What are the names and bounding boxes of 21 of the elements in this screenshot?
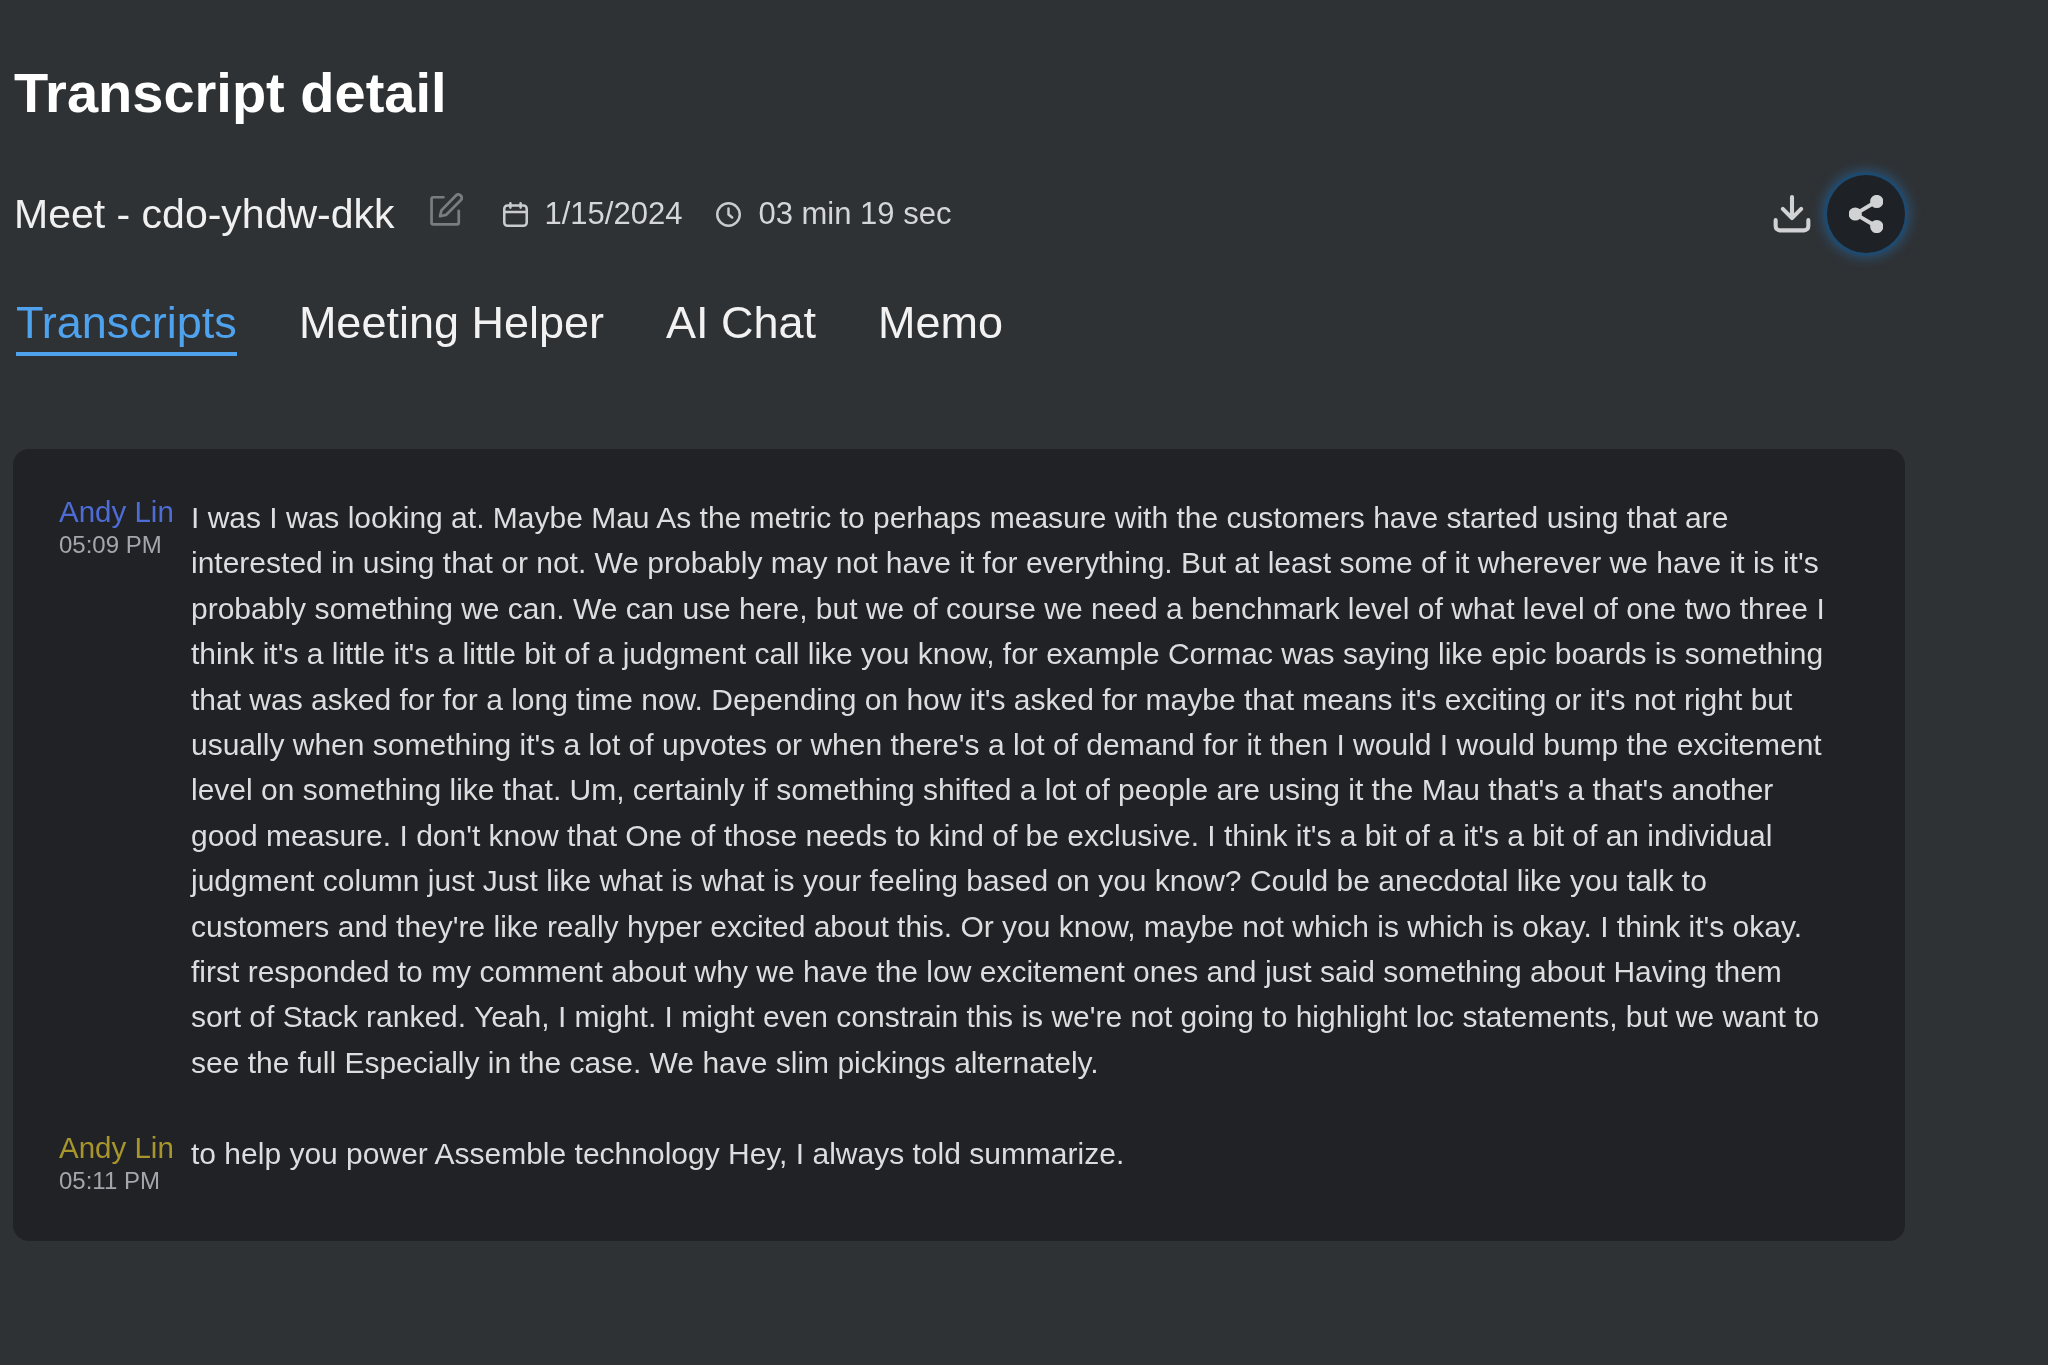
share-button[interactable]	[1827, 175, 1905, 253]
tab[interactable]: Memo	[878, 296, 1004, 356]
transcript-text: I was I was looking at. Maybe Mau As the metric to perhaps measure with the customers have started using that are interested in using that or not. We probably may not have it for everything. But at least some of it wherever we have it is it's probably something we can. We can use here, but we of course we need a benchmark level of what level of one two three I think it's a little it's a little bit of a judgment call like you know, for example Cormac was saying like epic boards is something that was asked for for a long time now. Depending on how it's asked for maybe that means it's exciting or it's not right but usually when something it's a lot of upvotes or when there's a lot of demand for it then I would I would bump the excitement level on something like that. Um, certainly if something shifted a lot of people are using it the Mau that's a that's another good measure. I don't know that One of those needs to kind of be exclusive. I think it's a bit of a it's a bit of an individual judgment column just Just like what is what is your feeling based on you know? Could be anecdotal like you talk to customers and they're like really hyper excited about this. Or you know, maybe not which is which is okay. I think it's okay. first responded to my comment about why we have the low excitement ones and just said something about Having them sort of Stack ranked. Yeah, I might. I might even constrain this is we're not going to highlight loc statements, but we want to see the full Especially in the case. We have slim pickings alternately.	[191, 500, 1826, 1081]
speaker-name: Andy Lin	[59, 495, 174, 529]
tab[interactable]: Meeting Helper	[298, 296, 605, 356]
tab[interactable]: Transcripts	[16, 296, 237, 356]
edit-icon[interactable]	[428, 193, 463, 227]
calendar-icon	[502, 201, 528, 227]
timestamp: 05:09 PM	[59, 530, 162, 560]
meeting-name: Meet - cdo-yhdw-dkk	[14, 190, 395, 238]
transcript-text: to help you power Assemble technology Hey, I always told summarize.	[191, 1136, 1126, 1173]
page-title: Transcript detail	[14, 60, 448, 126]
share-icon	[1849, 195, 1883, 233]
speaker-name: Andy Lin	[59, 1131, 174, 1166]
meeting-date: 1/15/2024	[544, 196, 683, 232]
clock-icon	[716, 201, 742, 227]
meeting-duration: 03 min 19 sec	[758, 196, 952, 232]
timestamp: 05:11 PM	[59, 1166, 160, 1197]
tab[interactable]: AI Chat	[666, 296, 817, 356]
download-icon	[1773, 195, 1811, 233]
download-button[interactable]	[1773, 195, 1811, 233]
